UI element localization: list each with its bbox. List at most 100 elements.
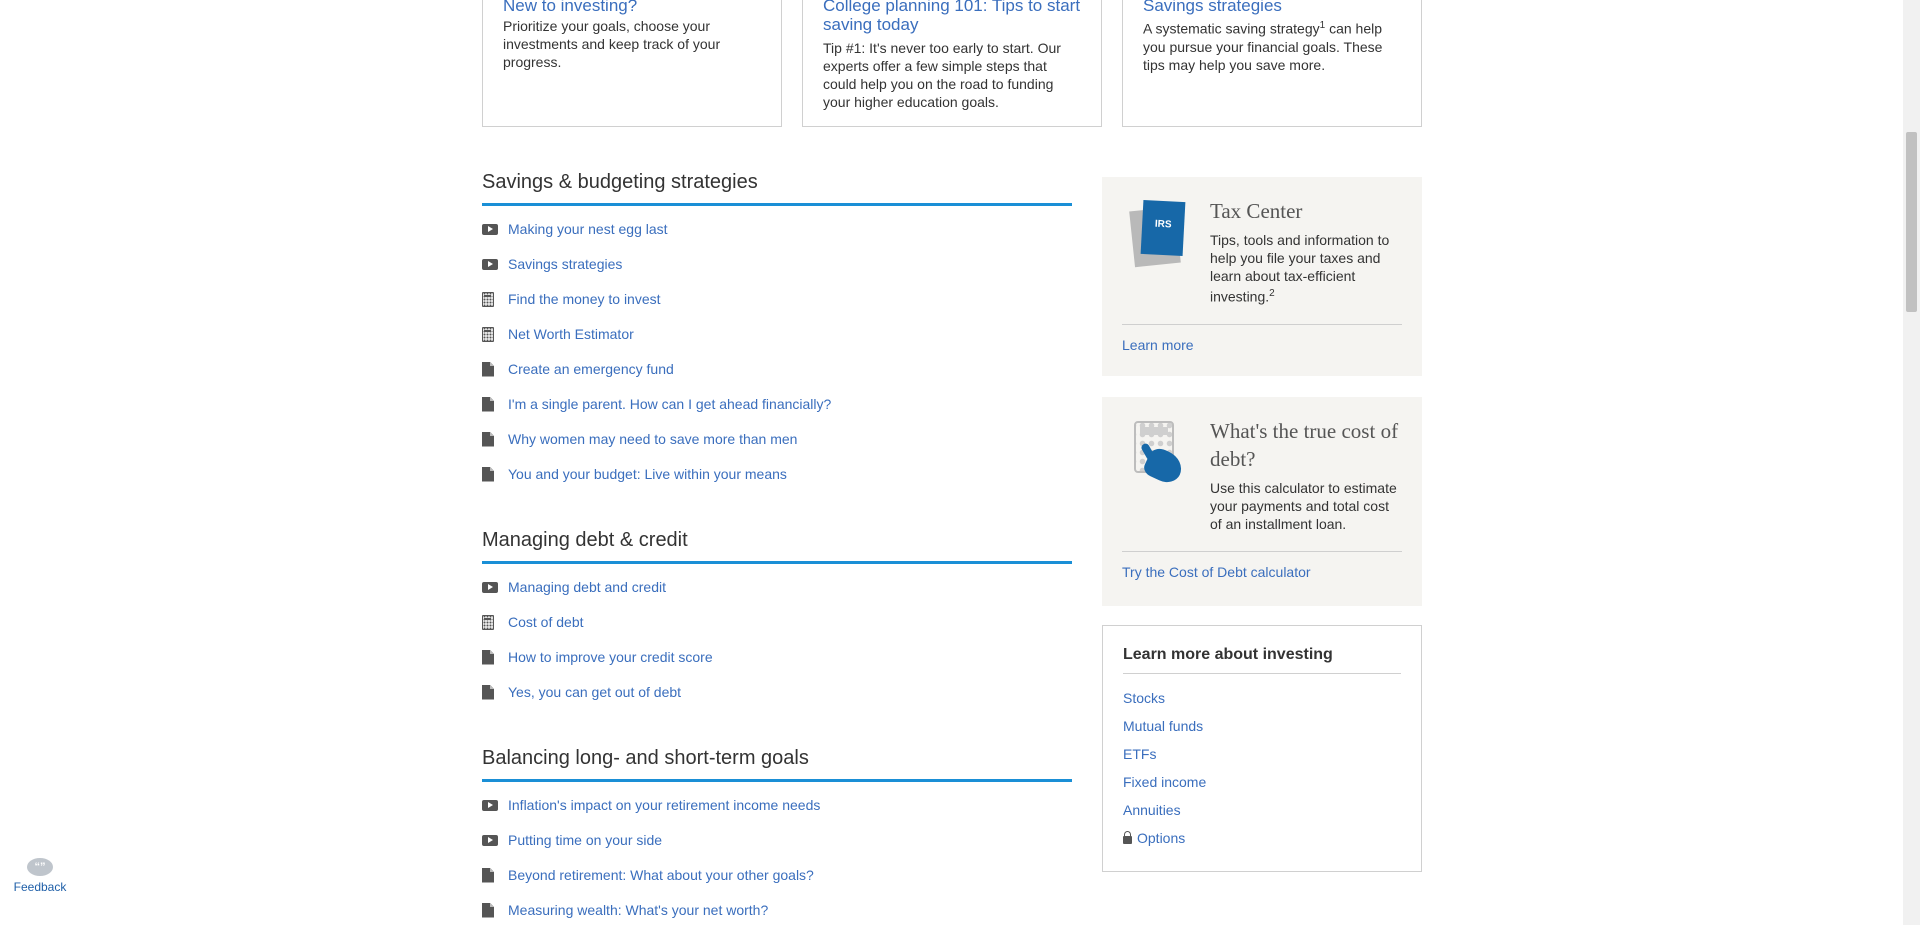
document-icon [482, 901, 508, 919]
feedback-label: Feedback [13, 880, 67, 894]
irs-document-icon: IRS [1129, 199, 1192, 268]
list-item: I'm a single parent. How can I get ahead… [482, 395, 1072, 430]
irs-icon-label: IRS [1140, 199, 1186, 257]
article-link[interactable]: Savings strategies [508, 255, 622, 273]
fixed-income-link[interactable]: Fixed income [1123, 774, 1206, 790]
calculator-icon [482, 325, 508, 343]
promo-description-text: Tips, tools and information to help you … [1210, 232, 1390, 305]
article-link[interactable]: Yes, you can get out of debt [508, 683, 681, 701]
article-link[interactable]: Why women may need to save more than men [508, 430, 797, 448]
list-item: ETFs [1123, 740, 1401, 768]
list-item: How to improve your credit score [482, 648, 1072, 683]
list-item: Cost of debt [482, 613, 1072, 648]
list-item: Beyond retirement: What about your other… [482, 866, 1072, 901]
document-icon [482, 360, 508, 378]
footnote-marker[interactable]: 2 [1269, 288, 1275, 299]
document-icon [482, 866, 508, 884]
feedback-button[interactable]: “” Feedback [10, 858, 70, 894]
annuities-link[interactable]: Annuities [1123, 802, 1181, 818]
new-to-investing-card[interactable]: New to investing? Prioritize your goals,… [482, 0, 782, 127]
balancing-goals-section: Balancing long- and short-term goals Inf… [482, 746, 1072, 925]
section-title: Balancing long- and short-term goals [482, 746, 1072, 782]
lock-icon [1123, 830, 1132, 844]
card-description: Prioritize your goals, choose your inves… [503, 18, 721, 70]
document-icon [482, 430, 508, 448]
list-item: Find the money to invest [482, 290, 1072, 325]
article-link[interactable]: Beyond retirement: What about your other… [508, 866, 814, 884]
document-icon [482, 648, 508, 666]
document-icon [482, 683, 508, 701]
article-link[interactable]: Inflation's impact on your retirement in… [508, 796, 820, 814]
video-icon [482, 796, 508, 814]
video-icon [482, 831, 508, 849]
list-item: Options [1123, 824, 1401, 852]
video-icon [482, 220, 508, 238]
tax-center-promo: IRS Tax Center Tips, tools and informati… [1102, 177, 1422, 376]
etfs-link[interactable]: ETFs [1123, 746, 1156, 762]
card-title-link[interactable]: College planning 101: Tips to start savi… [823, 0, 1081, 34]
article-link[interactable]: How to improve your credit score [508, 648, 713, 666]
card-title-link[interactable]: Savings strategies [1143, 0, 1401, 15]
calculator-icon [482, 613, 508, 631]
promo-description: Use this calculator to estimate your pay… [1210, 480, 1397, 532]
mutual-funds-link[interactable]: Mutual funds [1123, 718, 1203, 734]
list-item: Managing debt and credit [482, 578, 1072, 613]
list-item: Making your nest egg last [482, 220, 1072, 255]
calculator-icon [482, 290, 508, 308]
article-link[interactable]: Making your nest egg last [508, 220, 668, 238]
article-link[interactable]: Measuring wealth: What's your net worth? [508, 901, 768, 919]
list-item: Savings strategies [482, 255, 1072, 290]
article-link[interactable]: Find the money to invest [508, 290, 661, 308]
article-link[interactable]: I'm a single parent. How can I get ahead… [508, 395, 831, 413]
speech-bubble-icon: “” [27, 858, 53, 876]
college-planning-card[interactable]: College planning 101: Tips to start savi… [802, 0, 1102, 127]
options-link[interactable]: Options [1137, 830, 1185, 846]
list-item: Putting time on your side [482, 831, 1072, 866]
stocks-link[interactable]: Stocks [1123, 690, 1165, 706]
savings-budgeting-section: Savings & budgeting strategies Making yo… [482, 170, 1072, 500]
article-link[interactable]: Create an emergency fund [508, 360, 674, 378]
vertical-scrollbar[interactable] [1903, 0, 1920, 925]
card-description-part: A systematic saving strategy [1143, 20, 1320, 37]
list-item: Annuities [1123, 796, 1401, 824]
savings-strategies-card[interactable]: Savings strategies A systematic saving s… [1122, 0, 1422, 127]
list-item: Fixed income [1123, 768, 1401, 796]
link-list: Making your nest egg last Savings strate… [482, 220, 1072, 500]
article-link[interactable]: Cost of debt [508, 613, 584, 631]
learn-more-investing-box: Learn more about investing Stocks Mutual… [1102, 625, 1422, 872]
card-title-link[interactable]: New to investing? [503, 0, 761, 15]
promo-title: What's the true cost of debt? [1210, 419, 1399, 471]
cost-of-debt-promo: What's the true cost of debt? Use this c… [1102, 397, 1422, 606]
list-item: Stocks [1123, 684, 1401, 712]
promo-description: Tips, tools and information to help you … [1210, 231, 1402, 306]
list-item: Net Worth Estimator [482, 325, 1072, 360]
scrollbar-thumb[interactable] [1906, 132, 1917, 312]
managing-debt-section: Managing debt & credit Managing debt and… [482, 528, 1072, 718]
document-icon [482, 465, 508, 483]
investing-links-list: Stocks Mutual funds ETFs Fixed income An… [1123, 684, 1401, 852]
card-description: Tip #1: It's never too early to start. O… [823, 40, 1061, 110]
cost-of-debt-calculator-link[interactable]: Try the Cost of Debt calculator [1122, 552, 1402, 596]
list-item: Why women may need to save more than men [482, 430, 1072, 465]
list-item: Create an emergency fund [482, 360, 1072, 395]
article-link[interactable]: Net Worth Estimator [508, 325, 634, 343]
card-description: A systematic saving strategy1 can help y… [1143, 17, 1401, 74]
video-icon [482, 578, 508, 596]
article-link[interactable]: Managing debt and credit [508, 578, 666, 596]
list-item: Measuring wealth: What's your net worth? [482, 901, 1072, 925]
section-title: Savings & budgeting strategies [482, 170, 1072, 206]
list-item: Yes, you can get out of debt [482, 683, 1072, 718]
article-link[interactable]: You and your budget: Live within your me… [508, 465, 787, 483]
list-item: Inflation's impact on your retirement in… [482, 796, 1072, 831]
document-icon [482, 395, 508, 413]
list-item: You and your budget: Live within your me… [482, 465, 1072, 500]
link-list: Managing debt and credit Cost of debt Ho… [482, 578, 1072, 718]
list-item: Mutual funds [1123, 712, 1401, 740]
link-list: Inflation's impact on your retirement in… [482, 796, 1072, 925]
learn-more-link[interactable]: Learn more [1122, 325, 1402, 369]
video-icon [482, 255, 508, 273]
calculator-hand-icon [1132, 421, 1192, 491]
article-link[interactable]: Putting time on your side [508, 831, 662, 849]
section-title: Managing debt & credit [482, 528, 1072, 564]
learn-more-title: Learn more about investing [1123, 646, 1401, 674]
